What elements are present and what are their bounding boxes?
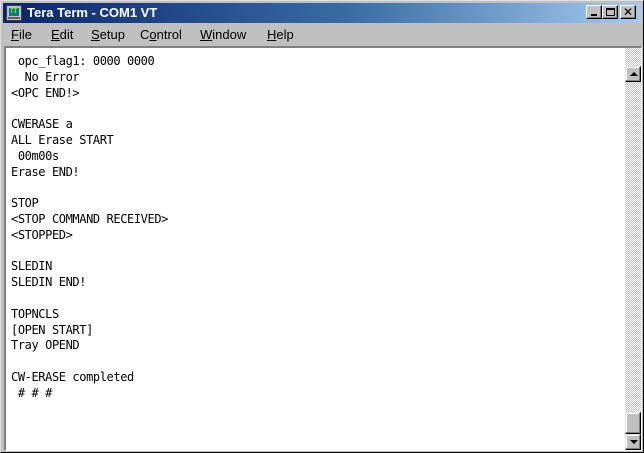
scroll-down-arrow-icon bbox=[630, 440, 638, 444]
teraterm-icon[interactable]: TT bbox=[6, 5, 22, 21]
terminal-line: # # # bbox=[11, 385, 53, 400]
terminal-line: <STOPPED> bbox=[11, 227, 73, 242]
terminal-line: <OPC END!> bbox=[11, 85, 80, 100]
menu-setup-mnemonic: S bbox=[91, 27, 100, 42]
menu-file-mnemonic: F bbox=[11, 27, 19, 42]
terminal-line: SLEDIN bbox=[11, 259, 52, 274]
terminal-line: <STOP COMMAND RECEIVED> bbox=[11, 211, 168, 226]
terminal-line: Erase END! bbox=[11, 164, 80, 179]
menu-edit-mnemonic: E bbox=[51, 27, 60, 42]
menu-window[interactable]: Window bbox=[200, 25, 246, 44]
menu-control-label: ntrol bbox=[156, 27, 182, 42]
terminal-line: opc_flag1: 0000 0000 bbox=[11, 54, 155, 68]
vertical-scrollbar[interactable] bbox=[625, 48, 641, 450]
maximize-icon bbox=[606, 8, 615, 16]
scroll-up-button[interactable] bbox=[625, 66, 641, 82]
menu-control-mnemonic: o bbox=[149, 27, 157, 42]
terminal-output[interactable]: opc_flag1: 0000 0000 No Error <OPC END!>… bbox=[11, 54, 611, 444]
terminal-line: CW-ERASE completed bbox=[11, 369, 134, 384]
terminal-line: [OPEN START] bbox=[11, 322, 93, 337]
minimize-button[interactable] bbox=[586, 5, 602, 19]
scrollbar-thumb[interactable] bbox=[625, 412, 641, 434]
window-title: Tera Term - COM1 VT bbox=[27, 5, 158, 20]
terminal-line: TOPNCLS bbox=[11, 306, 59, 321]
scroll-up-arrow-icon bbox=[630, 72, 638, 76]
terminal-line: ALL Erase START bbox=[11, 132, 114, 147]
menu-control[interactable]: Control bbox=[140, 25, 182, 44]
icon-screen-text: TT bbox=[10, 8, 18, 15]
icon-base bbox=[8, 17, 20, 19]
close-icon: ✕ bbox=[622, 5, 634, 19]
teraterm-window: TT Tera Term - COM1 VT ✕ File Edit Setup… bbox=[0, 0, 644, 453]
menu-setup[interactable]: Setup bbox=[91, 25, 125, 44]
terminal-client-area[interactable]: opc_flag1: 0000 0000 No Error <OPC END!>… bbox=[4, 46, 642, 451]
terminal-line: STOP bbox=[11, 196, 39, 211]
menu-setup-label: etup bbox=[99, 27, 125, 42]
menu-file-label: ile bbox=[18, 27, 32, 42]
menu-help-label: elp bbox=[276, 27, 294, 42]
title-bar[interactable]: TT Tera Term - COM1 VT ✕ bbox=[3, 3, 641, 23]
menu-window-mnemonic: W bbox=[200, 27, 213, 42]
menu-edit[interactable]: Edit bbox=[51, 25, 73, 44]
menu-bar: File Edit Setup Control Window Help bbox=[3, 25, 641, 44]
menu-file[interactable]: File bbox=[11, 25, 32, 44]
minimize-icon bbox=[591, 14, 597, 16]
terminal-line: Tray OPEND bbox=[11, 338, 80, 353]
menu-control-prefix: C bbox=[140, 27, 150, 42]
terminal-line: CWERASE a bbox=[11, 117, 73, 132]
scroll-down-button[interactable] bbox=[625, 434, 641, 450]
terminal-line: SLEDIN END! bbox=[11, 275, 87, 290]
menu-help-mnemonic: H bbox=[267, 27, 277, 42]
close-button[interactable]: ✕ bbox=[620, 5, 636, 19]
terminal-line: 00m00s bbox=[11, 148, 59, 163]
menu-edit-label: dit bbox=[59, 27, 74, 42]
terminal-line: No Error bbox=[11, 69, 80, 84]
menu-window-label: indow bbox=[212, 27, 247, 42]
menu-help[interactable]: Help bbox=[267, 25, 294, 44]
maximize-button[interactable] bbox=[602, 5, 618, 19]
icon-screen: TT bbox=[9, 8, 19, 16]
